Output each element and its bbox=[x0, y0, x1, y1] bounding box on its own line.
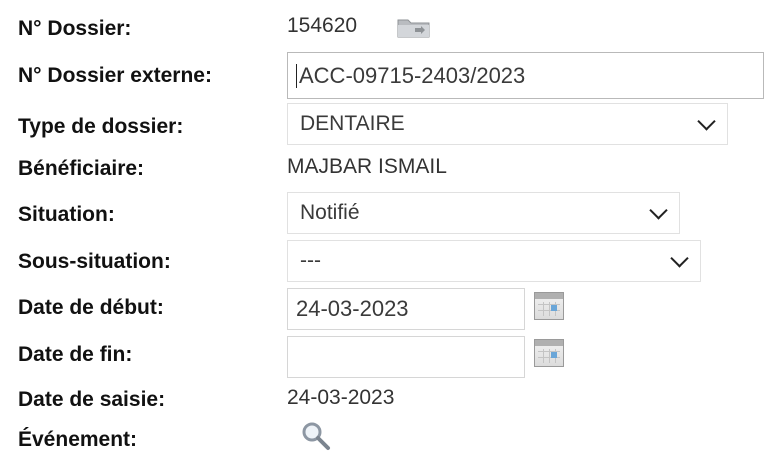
dossier-form: N° Dossier: 154620 N° Dossier externe: A… bbox=[0, 0, 764, 454]
date-fin-label: Date de fin: bbox=[18, 343, 133, 366]
situation-label: Situation: bbox=[18, 203, 115, 226]
date-debut-label: Date de début: bbox=[18, 296, 164, 319]
beneficiaire-value: MAJBAR ISMAIL bbox=[287, 155, 447, 178]
text-caret bbox=[296, 63, 297, 88]
magnifier-icon[interactable] bbox=[300, 420, 332, 452]
beneficiaire-label: Bénéficiaire: bbox=[18, 157, 145, 180]
date-saisie-label: Date de saisie: bbox=[18, 388, 166, 411]
sous-situation-value: --- bbox=[300, 249, 321, 272]
numero-dossier-value: 154620 bbox=[287, 14, 358, 37]
date-fin-input[interactable] bbox=[287, 336, 525, 378]
calendar-icon[interactable] bbox=[534, 339, 564, 367]
chevron-down-icon bbox=[649, 201, 668, 220]
type-dossier-select[interactable]: DENTAIRE bbox=[287, 103, 728, 145]
calendar-icon[interactable] bbox=[534, 292, 564, 320]
evenement-label: Événement: bbox=[18, 428, 138, 451]
folder-icon[interactable] bbox=[397, 16, 431, 38]
numero-dossier-externe-label: N° Dossier externe: bbox=[18, 64, 212, 87]
sous-situation-label: Sous-situation: bbox=[18, 250, 171, 273]
numero-dossier-externe-input[interactable]: ACC-09715-2403/2023 bbox=[287, 52, 764, 99]
chevron-down-icon bbox=[670, 249, 689, 268]
date-debut-value: 24-03-2023 bbox=[296, 296, 409, 321]
numero-dossier-externe-value: ACC-09715-2403/2023 bbox=[299, 62, 526, 88]
date-debut-input[interactable]: 24-03-2023 bbox=[287, 288, 525, 330]
sous-situation-select[interactable]: --- bbox=[287, 240, 701, 282]
type-dossier-label: Type de dossier: bbox=[18, 115, 184, 138]
numero-dossier-label: N° Dossier: bbox=[18, 17, 132, 40]
situation-select[interactable]: Notifié bbox=[287, 192, 680, 234]
date-saisie-value: 24-03-2023 bbox=[287, 386, 395, 409]
situation-value: Notifié bbox=[300, 201, 360, 224]
type-dossier-value: DENTAIRE bbox=[300, 112, 405, 135]
chevron-down-icon bbox=[697, 112, 716, 131]
